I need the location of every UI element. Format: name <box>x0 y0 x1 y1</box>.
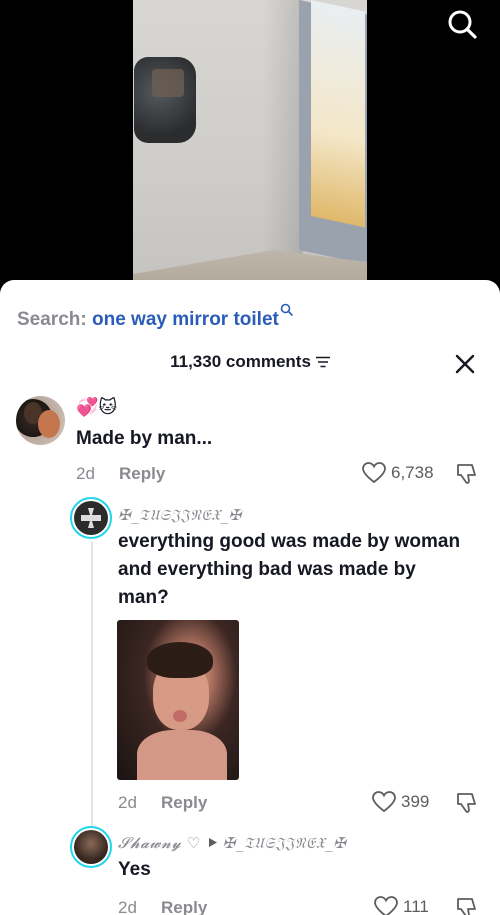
heart-icon <box>362 462 386 484</box>
avatar-inner <box>74 830 108 864</box>
reply-header: 𝓢𝓱𝓪𝔀𝓷𝔂 ♡ ✠_𝔗𝔘𝔖𝔍𝔍𝔑𝔈𝔛_✠ <box>118 834 346 852</box>
comment-age: 2d <box>76 464 95 483</box>
avatar[interactable] <box>16 396 65 445</box>
comment-text: Made by man... <box>76 428 213 449</box>
avatar-inner <box>74 501 108 535</box>
close-icon[interactable] <box>452 351 478 377</box>
search-query-icon <box>280 300 293 316</box>
comment-photo[interactable] <box>117 620 239 780</box>
photo-lips <box>173 710 187 722</box>
sort-icon[interactable] <box>315 353 330 368</box>
comments-sheet: Search: one way mirror toilet 11,330 com… <box>0 280 500 915</box>
iron-cross-icon <box>81 508 101 528</box>
comment-text-line: and everything bad was made by <box>118 559 416 580</box>
comment-username[interactable]: ✠_𝔗𝔘𝔖𝔍𝔍𝔑𝔈𝔛_✠ <box>118 506 242 524</box>
reply-button[interactable]: Reply <box>119 464 165 484</box>
like-button[interactable]: 399 <box>372 791 429 813</box>
like-button[interactable]: 6,738 <box>362 462 434 484</box>
search-icon[interactable] <box>444 6 480 42</box>
like-button[interactable]: 111 <box>374 896 429 915</box>
heart-icon <box>374 896 398 915</box>
comment-text-line: man? <box>118 587 169 608</box>
video-frame <box>133 0 367 300</box>
search-query-link[interactable]: one way mirror toilet <box>92 309 279 330</box>
related-search[interactable]: Search: one way mirror toilet <box>17 300 293 331</box>
comment-text: Yes <box>118 859 151 880</box>
reply-arrow-icon <box>208 838 217 847</box>
comments-count: 11,330 comments <box>170 352 311 371</box>
dislike-icon[interactable] <box>455 462 479 486</box>
dislike-icon[interactable] <box>455 791 479 815</box>
comment-username[interactable]: 𝓢𝓱𝓪𝔀𝓷𝔂 ♡ <box>118 834 201 852</box>
reply-button[interactable]: Reply <box>161 898 207 915</box>
like-count: 111 <box>403 897 429 915</box>
like-count: 6,738 <box>391 463 434 482</box>
toilet-paper-dispenser <box>134 57 196 143</box>
comment-age: 2d <box>118 898 137 915</box>
avatar-face <box>38 410 60 438</box>
reply-to-username[interactable]: ✠_𝔗𝔘𝔖𝔍𝔍𝔑𝔈𝔛_✠ <box>223 834 347 852</box>
dislike-icon[interactable] <box>455 896 479 915</box>
reply-button[interactable]: Reply <box>161 793 207 813</box>
like-count: 399 <box>401 792 430 811</box>
dispenser-window <box>152 69 184 97</box>
comments-header: 11,330 comments <box>0 352 500 372</box>
comment-age: 2d <box>118 793 137 812</box>
search-label: Search: <box>17 309 87 330</box>
comment-username-emojis[interactable]: 💞🐱 <box>76 396 117 418</box>
photo-hair <box>147 642 213 678</box>
avatar[interactable] <box>70 497 112 539</box>
avatar[interactable] <box>70 826 112 868</box>
photo-neck <box>137 730 227 780</box>
heart-icon <box>372 791 396 813</box>
comment-text: everything good was made by woman and ev… <box>118 528 460 612</box>
comment-text-line: everything good was made by woman <box>118 531 461 552</box>
thread-line <box>91 542 93 842</box>
video-player[interactable] <box>0 0 500 300</box>
window-glass <box>311 0 365 228</box>
